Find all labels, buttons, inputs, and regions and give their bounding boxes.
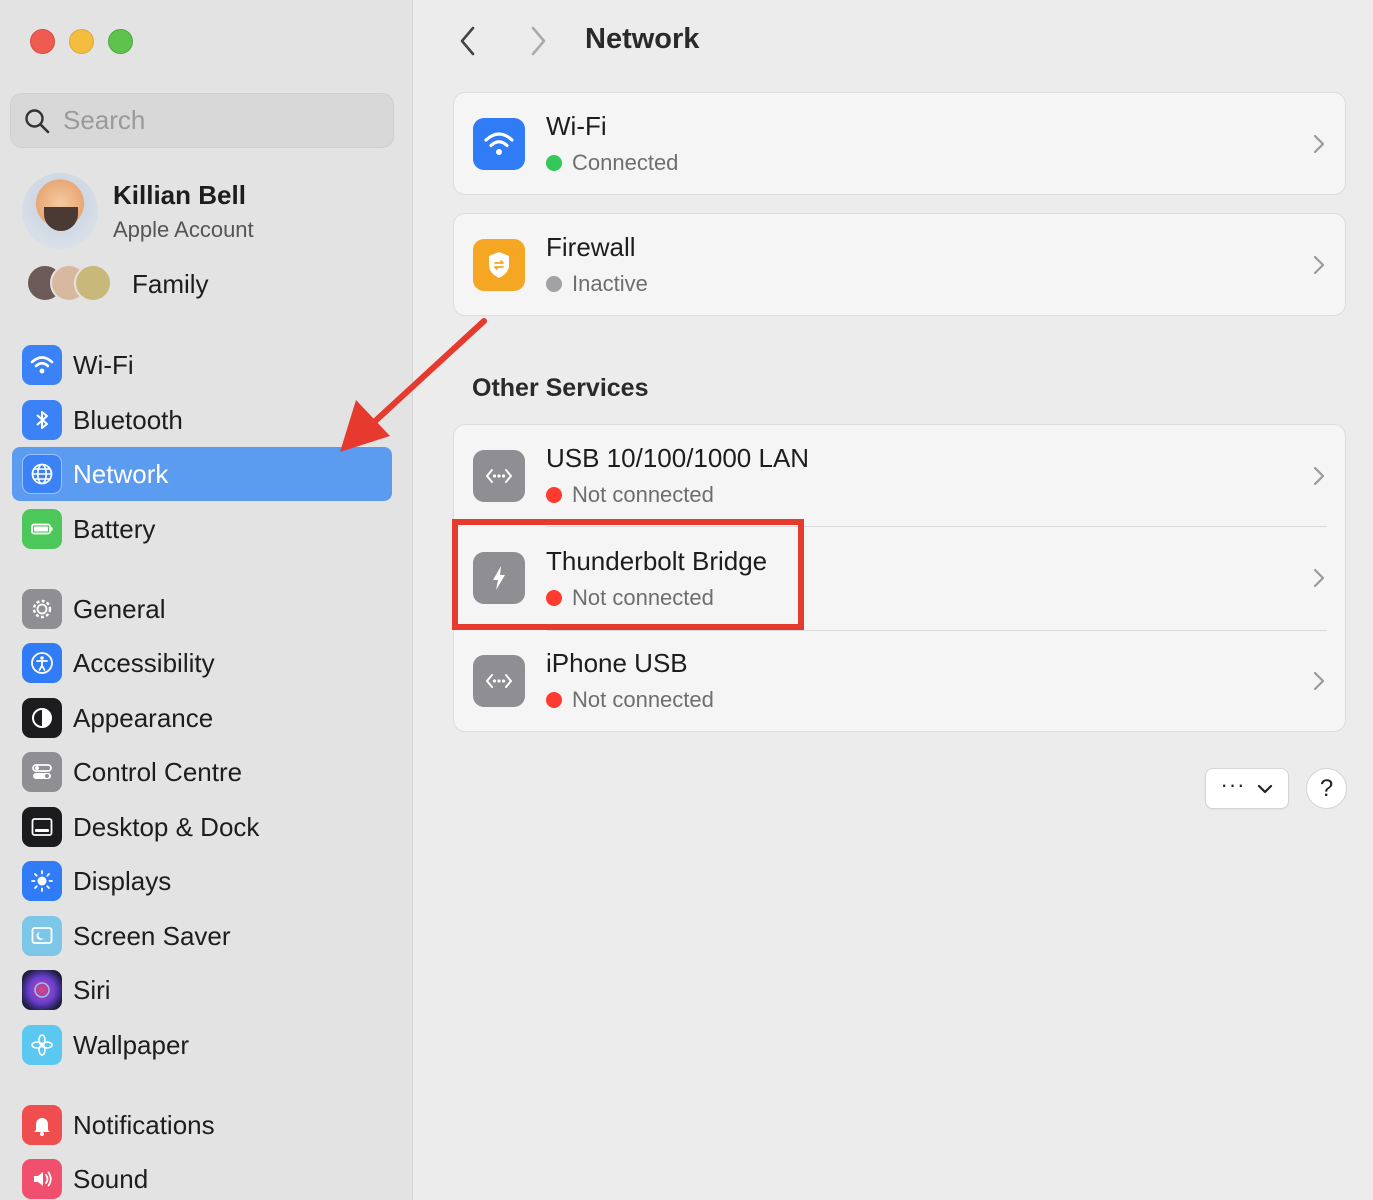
globe-icon — [22, 454, 62, 494]
chevron-right-icon — [1313, 466, 1325, 485]
chevron-right-icon — [531, 26, 546, 56]
apple-account[interactable]: Killian Bell Apple Account — [22, 172, 254, 250]
sidebar-item-label: Appearance — [73, 702, 214, 733]
gear-icon — [22, 589, 62, 629]
page-title: Network — [585, 23, 700, 55]
account-name: Killian Bell — [113, 179, 246, 210]
firewall-card: Firewall Inactive — [453, 213, 1346, 316]
sidebar-item-label: Wallpaper — [73, 1029, 190, 1060]
service-row-firewall[interactable]: Firewall Inactive — [454, 214, 1345, 315]
control-centre-icon — [22, 752, 62, 792]
main-pane: Network Wi-Fi Connected Firewall Inactiv… — [414, 0, 1373, 1200]
sidebar-item-label: Accessibility — [73, 647, 215, 678]
sidebar-item-accessibility[interactable]: Accessibility — [12, 636, 392, 690]
sidebar-item-label: Control Centre — [73, 756, 243, 787]
wifi-icon — [22, 345, 62, 385]
sound-icon — [22, 1159, 62, 1199]
notifications-icon — [22, 1105, 62, 1145]
sidebar-item-battery[interactable]: Battery — [12, 502, 392, 556]
sidebar-item-label: Screen Saver — [73, 920, 231, 951]
sidebar-item-screen-saver[interactable]: Screen Saver — [12, 909, 392, 963]
sidebar-item-label: Siri — [73, 974, 111, 1005]
sidebar-item-wallpaper[interactable]: Wallpaper — [12, 1018, 392, 1072]
battery-icon — [22, 509, 62, 549]
service-status: Inactive — [572, 271, 648, 296]
close-window-button[interactable] — [30, 29, 55, 54]
sidebar-item-sound[interactable]: Sound — [12, 1152, 392, 1200]
service-row-iphone-usb[interactable]: iPhone USB Not connected — [454, 630, 1345, 731]
chevron-down-icon — [1258, 784, 1273, 793]
sidebar-item-general[interactable]: General — [12, 582, 392, 636]
minimize-window-button[interactable] — [69, 29, 94, 54]
service-name: Firewall — [546, 232, 636, 262]
thunderbolt-highlight-box — [452, 519, 804, 630]
more-icon: ··· — [1220, 771, 1246, 797]
sidebar-item-label: Bluetooth — [73, 404, 183, 435]
chevron-left-icon — [460, 26, 475, 56]
family-label: Family — [132, 268, 209, 299]
sidebar-item-bluetooth[interactable]: Bluetooth — [12, 393, 392, 447]
family-avatars — [26, 264, 116, 304]
sidebar-item-label: Battery — [73, 513, 156, 544]
back-button[interactable] — [450, 22, 486, 60]
wifi-icon — [473, 117, 525, 170]
search-icon — [25, 108, 50, 133]
firewall-shield-icon — [473, 238, 525, 291]
displays-icon — [22, 861, 62, 901]
sidebar-item-control-centre[interactable]: Control Centre — [12, 745, 392, 799]
desktop-dock-icon — [22, 807, 62, 847]
section-heading-other-services: Other Services — [472, 374, 649, 402]
chevron-right-icon — [1313, 255, 1325, 274]
accessibility-icon — [22, 643, 62, 683]
sidebar-item-label: Wi-Fi — [73, 349, 134, 380]
status-dot — [546, 487, 562, 503]
sidebar-item-siri[interactable]: Siri — [12, 963, 392, 1017]
sidebar-item-label: Notifications — [73, 1109, 215, 1140]
ethernet-icon — [473, 654, 525, 707]
search-field[interactable] — [10, 93, 394, 148]
sidebar-item-desktop-dock[interactable]: Desktop & Dock — [12, 800, 392, 854]
service-status: Not connected — [572, 687, 714, 712]
service-status: Not connected — [572, 482, 714, 507]
status-dot — [546, 276, 562, 292]
sidebar: Killian Bell Apple Account Family Wi-Fi … — [0, 0, 413, 1200]
more-actions-button[interactable]: ··· — [1205, 768, 1289, 809]
account-subtitle: Apple Account — [113, 216, 254, 242]
status-dot — [546, 692, 562, 708]
sidebar-item-displays[interactable]: Displays — [12, 854, 392, 908]
sidebar-item-network[interactable]: Network — [12, 447, 392, 501]
service-name: USB 10/100/1000 LAN — [546, 443, 810, 473]
status-dot — [546, 155, 562, 171]
appearance-icon — [22, 698, 62, 738]
maximize-window-button[interactable] — [108, 29, 133, 54]
chevron-right-icon — [1313, 568, 1325, 588]
siri-icon — [22, 970, 62, 1010]
search-input[interactable] — [63, 105, 363, 136]
sidebar-item-label: Desktop & Dock — [73, 811, 260, 842]
sidebar-item-label: Displays — [73, 865, 172, 896]
sidebar-item-wifi[interactable]: Wi-Fi — [12, 338, 392, 392]
service-status: Connected — [572, 150, 679, 175]
sidebar-item-label: General — [73, 593, 166, 624]
sidebar-item-notifications[interactable]: Notifications — [12, 1098, 392, 1152]
wifi-card: Wi-Fi Connected — [453, 92, 1346, 195]
service-row-wifi[interactable]: Wi-Fi Connected — [454, 93, 1345, 194]
chevron-right-icon — [1313, 134, 1325, 153]
avatar — [22, 173, 98, 249]
sidebar-item-label: Sound — [73, 1163, 149, 1194]
sidebar-item-label: Network — [73, 458, 169, 489]
family-item[interactable]: Family — [26, 262, 209, 306]
service-name: Wi-Fi — [546, 111, 607, 141]
bluetooth-icon — [22, 400, 62, 440]
service-name: iPhone USB — [546, 648, 688, 678]
ethernet-icon — [473, 449, 525, 502]
chevron-right-icon — [1313, 671, 1325, 690]
help-button[interactable]: ? — [1306, 768, 1347, 809]
screen-saver-icon — [22, 916, 62, 956]
forward-button[interactable] — [520, 22, 556, 60]
service-row-usb-lan[interactable]: USB 10/100/1000 LAN Not connected — [454, 425, 1345, 526]
wallpaper-icon — [22, 1025, 62, 1065]
window-controls — [30, 29, 133, 54]
sidebar-item-appearance[interactable]: Appearance — [12, 691, 392, 745]
